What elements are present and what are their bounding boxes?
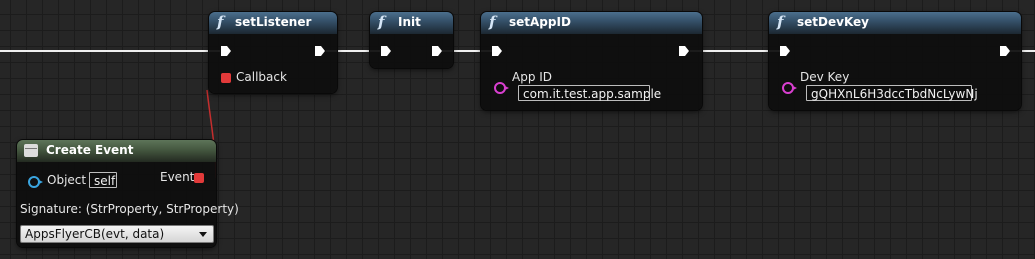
pin-label-dev-key: Dev Key	[800, 70, 850, 84]
function-select-value: AppsFlyerCB(evt, data)	[25, 227, 165, 241]
string-pin-icon[interactable]	[782, 82, 797, 94]
function-select[interactable]: AppsFlyerCB(evt, data)	[20, 225, 214, 243]
node-set-listener[interactable]: f setListener Callback	[209, 12, 337, 93]
object-input[interactable]: self	[89, 172, 117, 188]
node-title: Create Event	[46, 143, 134, 157]
node-create-event[interactable]: Create Event Object self Event Signature…	[17, 140, 239, 247]
exec-pin-in-icon[interactable]	[491, 45, 503, 57]
node-title: Init	[398, 15, 421, 29]
pin-label-object: Object	[47, 173, 87, 187]
signature-text: Signature: (StrProperty, StrProperty)	[20, 202, 239, 216]
pin-label-callback: Callback	[236, 70, 287, 84]
node-title: setDevKey	[797, 15, 869, 29]
exec-pin-out-icon[interactable]	[431, 45, 443, 57]
exec-pin-in-icon[interactable]	[380, 45, 392, 57]
exec-pin-out-icon[interactable]	[678, 45, 690, 57]
function-icon: f	[378, 13, 385, 31]
app-id-input[interactable]: com.it.test.app.sample	[518, 85, 661, 101]
node-title: setListener	[235, 15, 312, 29]
node-set-app-id[interactable]: f setAppID App ID com.it.test.app.sample	[481, 12, 702, 110]
exec-pin-out-icon[interactable]	[999, 45, 1011, 57]
event-icon	[24, 144, 38, 157]
node-title: setAppID	[509, 15, 571, 29]
delegate-pin-icon[interactable]	[221, 73, 231, 83]
pin-label-event: Event	[160, 170, 195, 184]
exec-pin-in-icon[interactable]	[220, 45, 232, 57]
node-set-dev-key[interactable]: f setDevKey Dev Key gQHXnL6H3dccTbdNcLyw…	[769, 12, 1021, 110]
chevron-down-icon	[199, 232, 207, 237]
node-init[interactable]: f Init	[370, 12, 453, 68]
object-pin-icon[interactable]	[28, 176, 43, 188]
dev-key-input[interactable]: gQHXnL6H3dccTbdNcLywNj	[806, 85, 978, 101]
exec-pin-out-icon[interactable]	[314, 45, 326, 57]
string-pin-icon[interactable]	[494, 82, 509, 94]
function-icon: f	[217, 13, 224, 31]
delegate-pin-icon[interactable]	[194, 173, 204, 183]
function-icon: f	[777, 13, 784, 31]
function-icon: f	[489, 13, 496, 31]
pin-label-app-id: App ID	[512, 70, 553, 84]
exec-pin-in-icon[interactable]	[779, 45, 791, 57]
